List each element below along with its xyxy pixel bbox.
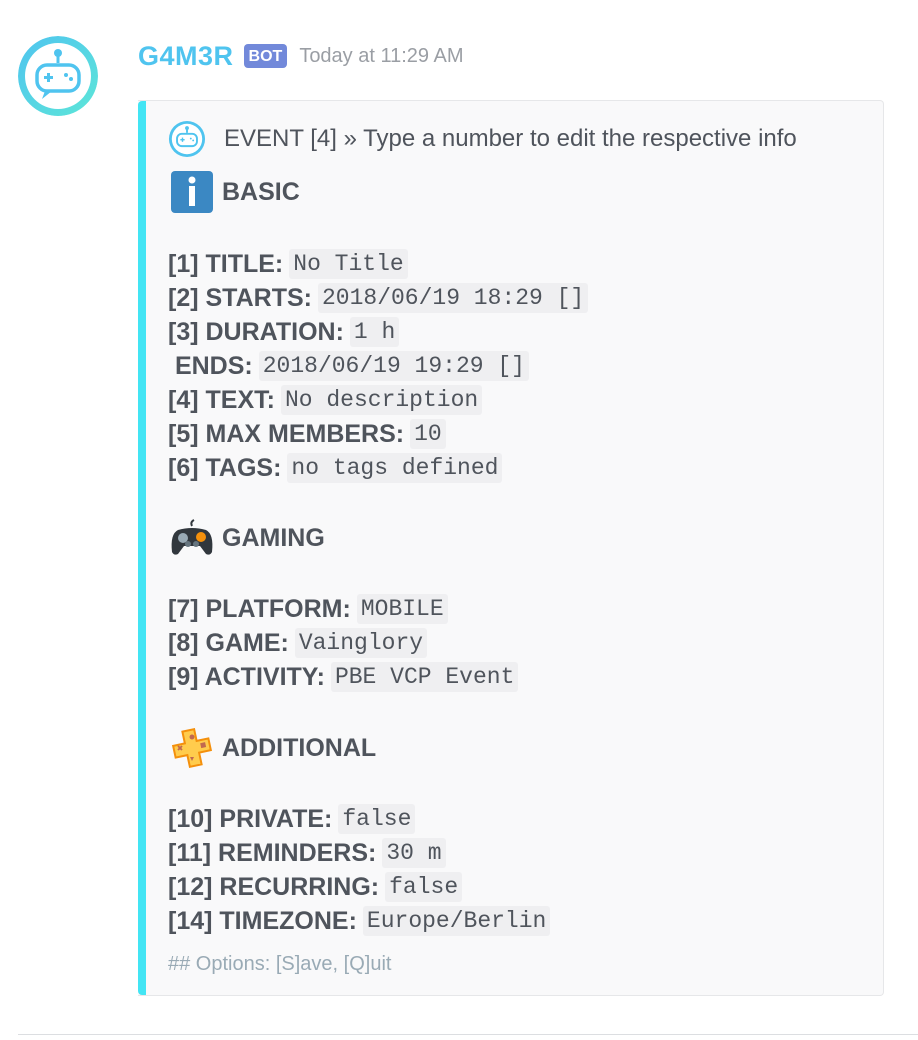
field-label: [9] ACTIVITY:	[168, 662, 325, 691]
field-duration: [3] DURATION: 1 h	[168, 315, 400, 349]
section-title-additional: ADDITIONAL	[222, 733, 377, 762]
plus-sign-icon	[171, 727, 213, 769]
section-title-gaming: GAMING	[222, 523, 325, 552]
field-value: No description	[280, 385, 483, 415]
field-text: [4] TEXT: No description	[168, 383, 483, 417]
embed-accent-bar	[138, 101, 146, 995]
robot-controller-icon	[168, 120, 206, 158]
section-additional: ADDITIONAL	[170, 725, 376, 771]
field-label: [1] TITLE:	[168, 249, 284, 278]
field-value: Europe/Berlin	[362, 906, 551, 936]
field-label: [14] TIMEZONE:	[168, 906, 357, 935]
field-platform: [7] PLATFORM: MOBILE	[168, 592, 448, 626]
username[interactable]: G4M3R	[138, 41, 234, 72]
embed-author-name: EVENT [4] » Type a number to edit the re…	[224, 125, 797, 152]
embed-author: EVENT [4] » Type a number to edit the re…	[168, 120, 797, 158]
field-value: false	[338, 804, 416, 834]
field-tags: [6] TAGS: no tags defined	[168, 451, 503, 485]
embed-footer: ## Options: [S]ave, [Q]uit	[168, 953, 392, 975]
timestamp[interactable]: Today at 11:29 AM	[299, 45, 463, 68]
section-gaming: GAMING	[170, 515, 325, 561]
field-label: ENDS:	[168, 351, 253, 380]
field-private: [10] PRIVATE: false	[168, 802, 416, 836]
field-value: 30 m	[382, 838, 446, 868]
bot-badge: BOT	[243, 44, 288, 68]
bot-avatar-icon[interactable]	[18, 36, 98, 116]
field-recurring: [12] RECURRING: false	[168, 870, 463, 904]
field-value: 2018/06/19 18:29 []	[317, 283, 589, 313]
field-title: [1] TITLE: No Title	[168, 247, 408, 281]
field-starts: [2] STARTS: 2018/06/19 18:29 []	[168, 281, 589, 315]
field-value: Vainglory	[294, 628, 428, 658]
field-label: [2] STARTS:	[168, 283, 312, 312]
field-label: [10] PRIVATE:	[168, 804, 333, 833]
field-value: 1 h	[349, 317, 400, 347]
field-label: [12] RECURRING:	[168, 872, 380, 901]
info-icon	[171, 171, 213, 213]
section-title-basic: BASIC	[222, 177, 300, 206]
field-activity: [9] ACTIVITY: PBE VCP Event	[168, 660, 519, 694]
field-reminders: [11] REMINDERS: 30 m	[168, 836, 446, 870]
field-label: [4] TEXT:	[168, 385, 275, 414]
field-ends: ENDS: 2018/06/19 19:29 []	[168, 349, 529, 383]
section-basic: BASIC	[170, 169, 300, 215]
message-divider	[18, 1034, 918, 1035]
field-value: PBE VCP Event	[330, 662, 519, 692]
field-value: 10	[410, 419, 446, 449]
field-max-members: [5] MAX MEMBERS: 10	[168, 417, 446, 451]
message-header: G4M3R BOT Today at 11:29 AM	[138, 38, 464, 74]
field-game: [8] GAME: Vainglory	[168, 626, 428, 660]
field-value: No Title	[289, 249, 408, 279]
field-label: [3] DURATION:	[168, 317, 344, 346]
field-label: [6] TAGS:	[168, 453, 282, 482]
field-label: [11] REMINDERS:	[168, 838, 377, 867]
field-label: [8] GAME:	[168, 628, 289, 657]
event-embed: EVENT [4] » Type a number to edit the re…	[138, 100, 884, 996]
field-label: [7] PLATFORM:	[168, 594, 351, 623]
field-label: [5] MAX MEMBERS:	[168, 419, 405, 448]
field-value: MOBILE	[356, 594, 448, 624]
field-value: false	[385, 872, 463, 902]
field-value: 2018/06/19 19:29 []	[258, 351, 529, 381]
game-controller-icon	[171, 519, 213, 555]
field-value: no tags defined	[287, 453, 503, 483]
field-timezone: [14] TIMEZONE: Europe/Berlin	[168, 904, 551, 938]
